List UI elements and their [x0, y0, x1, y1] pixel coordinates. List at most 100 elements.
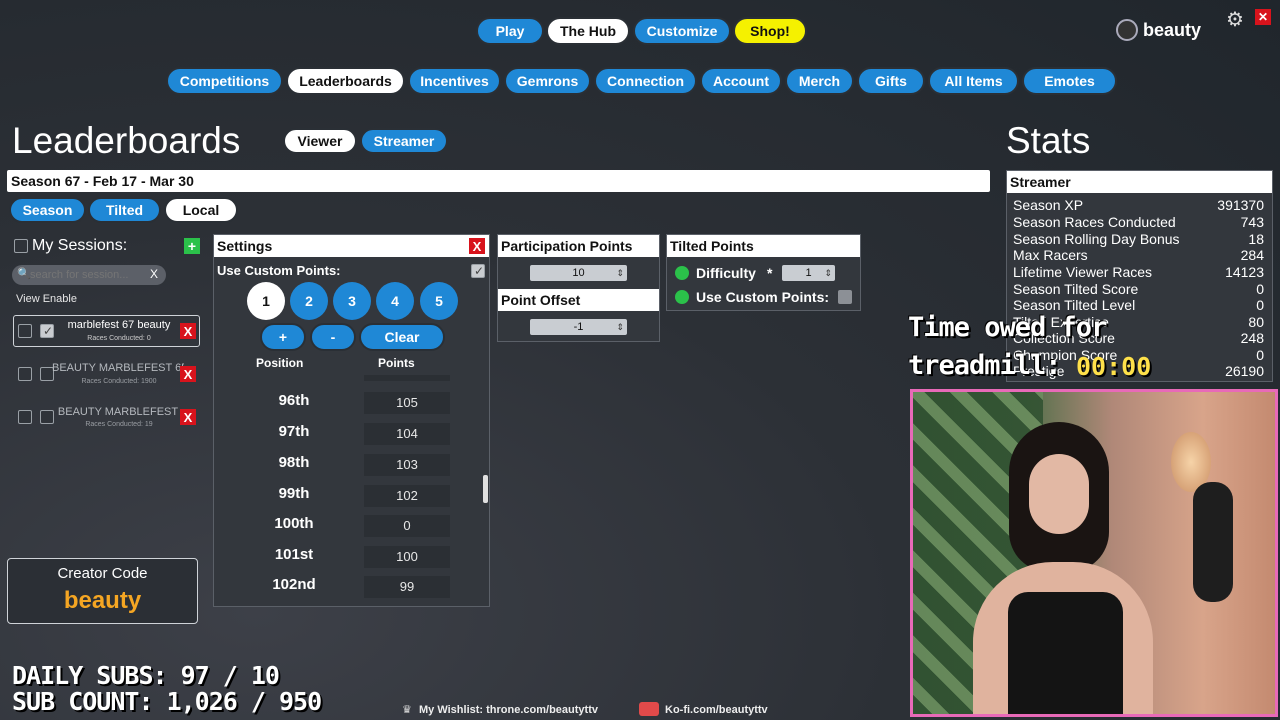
avatar[interactable] [1116, 19, 1138, 41]
participation-points-input[interactable]: 10 [530, 265, 627, 281]
stat-label: Max Racers [1013, 247, 1088, 263]
nav-play[interactable]: Play [476, 17, 544, 45]
tab-season[interactable]: Season [9, 197, 86, 223]
daily-subs: DAILY SUBS: 97 / 10 [12, 661, 280, 690]
view-enable-label: View Enable [16, 293, 77, 305]
wishlist-link[interactable]: My Wishlist: throne.com/beautyttv [419, 704, 598, 716]
use-custom-points-checkbox[interactable] [471, 264, 485, 278]
participation-header: Participation Points [498, 235, 659, 257]
preset-4-button[interactable]: 4 [376, 282, 414, 320]
participation-panel: Participation Points 10 Point Offset -1 [497, 234, 660, 342]
nav-incentives[interactable]: Incentives [408, 67, 501, 95]
table-row: 100th 0 [214, 515, 482, 537]
stat-value: 18 [1248, 231, 1264, 247]
tilted-use-custom-label: Use Custom Points: [696, 289, 830, 305]
stat-row: Season Tilted Score 0 [1013, 281, 1264, 297]
session-view-checkbox[interactable] [18, 367, 32, 381]
session-races: Races Conducted: 0 [87, 335, 151, 342]
session-name: BEAUTY MARBLEFEST [57, 406, 179, 418]
nav-gemrons[interactable]: Gemrons [504, 67, 591, 95]
close-icon[interactable]: ✕ [1255, 9, 1271, 25]
kofi-link[interactable]: Ko-fi.com/beautyttv [665, 704, 768, 716]
stat-row: Season Races Conducted 743 [1013, 214, 1264, 230]
tab-viewer[interactable]: Viewer [283, 128, 357, 154]
nav-gifts[interactable]: Gifts [857, 67, 925, 95]
tilted-use-custom-checkbox[interactable] [838, 290, 852, 304]
sessions-select-all-checkbox[interactable] [14, 239, 28, 253]
stat-row: Season XP 391370 [1013, 197, 1264, 213]
row-position: 102nd [272, 576, 316, 593]
points-table[interactable]: 95th 106 96th 105 97th 104 98th 103 99th… [214, 375, 482, 601]
use-custom-points-label: Use Custom Points: [217, 263, 341, 278]
stat-label: Season Rolling Day Bonus [1013, 231, 1180, 247]
creator-code-label: Creator Code [57, 565, 148, 582]
delete-session-button[interactable]: X [180, 366, 196, 382]
row-points-input[interactable]: 0 [364, 515, 450, 537]
remove-row-button[interactable]: - [310, 323, 356, 351]
table-row: 96th 105 [214, 392, 482, 414]
stat-label: Season Tilted Level [1013, 297, 1136, 313]
session-races: Races Conducted: 1900 [81, 378, 157, 385]
session-name: marblefest 67 beauty [67, 319, 171, 331]
col-points: Points [378, 356, 415, 370]
table-scrollbar[interactable] [483, 475, 488, 503]
nav-connection[interactable]: Connection [594, 67, 697, 95]
gear-icon[interactable]: ⚙ [1226, 7, 1244, 32]
preset-2-button[interactable]: 2 [290, 282, 328, 320]
nav-competitions[interactable]: Competitions [166, 67, 283, 95]
row-points-input[interactable]: 100 [364, 546, 450, 568]
row-points-input[interactable]: 99 [364, 576, 450, 598]
difficulty-multiplier-input[interactable]: 1 [782, 265, 835, 281]
nav-emotes[interactable]: Emotes [1022, 67, 1117, 95]
row-points-input[interactable]: 104 [364, 423, 450, 445]
stat-row: Season Tilted Level 0 [1013, 297, 1264, 313]
tab-local[interactable]: Local [164, 197, 238, 223]
row-points-input[interactable]: 102 [364, 485, 450, 507]
clear-search-icon[interactable]: X [150, 267, 158, 281]
session-search[interactable]: 🔍 X [12, 265, 166, 285]
kofi-icon [639, 702, 659, 716]
session-view-checkbox[interactable] [18, 410, 32, 424]
nav-merch[interactable]: Merch [785, 67, 854, 95]
nav-leaderboards[interactable]: Leaderboards [286, 67, 405, 95]
delete-session-button[interactable]: X [180, 409, 196, 425]
table-row: 99th 102 [214, 485, 482, 507]
tab-tilted[interactable]: Tilted [88, 197, 161, 223]
sub-count: SUB COUNT: 1,026 / 950 [12, 687, 322, 716]
row-points-input[interactable]: 105 [364, 392, 450, 414]
preset-1-button[interactable]: 1 [247, 282, 285, 320]
nav-all-items[interactable]: All Items [928, 67, 1019, 95]
delete-session-button[interactable]: X [180, 323, 196, 339]
add-row-button[interactable]: + [260, 323, 306, 351]
tilted-title: Tilted Points [670, 238, 754, 254]
nav-shop[interactable]: Shop! [733, 17, 807, 45]
nav-the-hub[interactable]: The Hub [546, 17, 630, 45]
row-position: 96th [278, 392, 310, 409]
stat-value: 284 [1240, 247, 1264, 263]
table-row: 95th 106 [214, 375, 482, 381]
microphone [1193, 482, 1233, 602]
settings-header: Settings [214, 235, 489, 257]
row-points-input[interactable]: 103 [364, 454, 450, 476]
row-points-input[interactable]: 106 [364, 375, 450, 381]
offset-title: Point Offset [501, 292, 581, 308]
stat-value: 80 [1248, 314, 1264, 330]
row-position: 95th [269, 375, 319, 376]
search-input[interactable] [30, 267, 142, 283]
preset-3-button[interactable]: 3 [333, 282, 371, 320]
session-enable-checkbox[interactable] [40, 324, 54, 338]
session-view-checkbox[interactable] [18, 324, 32, 338]
custom-points-status-icon [675, 290, 689, 304]
nav-account[interactable]: Account [700, 67, 782, 95]
add-session-button[interactable]: + [184, 238, 200, 254]
stat-label: Season Tilted Score [1013, 281, 1139, 297]
difficulty-status-icon [675, 266, 689, 280]
close-settings-button[interactable]: X [469, 238, 485, 254]
preset-5-button[interactable]: 5 [420, 282, 458, 320]
point-offset-input[interactable]: -1 [530, 319, 627, 335]
offset-header: Point Offset [498, 289, 659, 311]
nav-customize[interactable]: Customize [633, 17, 731, 45]
tab-streamer[interactable]: Streamer [360, 128, 448, 154]
stat-value: 391370 [1217, 197, 1264, 213]
clear-button[interactable]: Clear [359, 323, 445, 351]
